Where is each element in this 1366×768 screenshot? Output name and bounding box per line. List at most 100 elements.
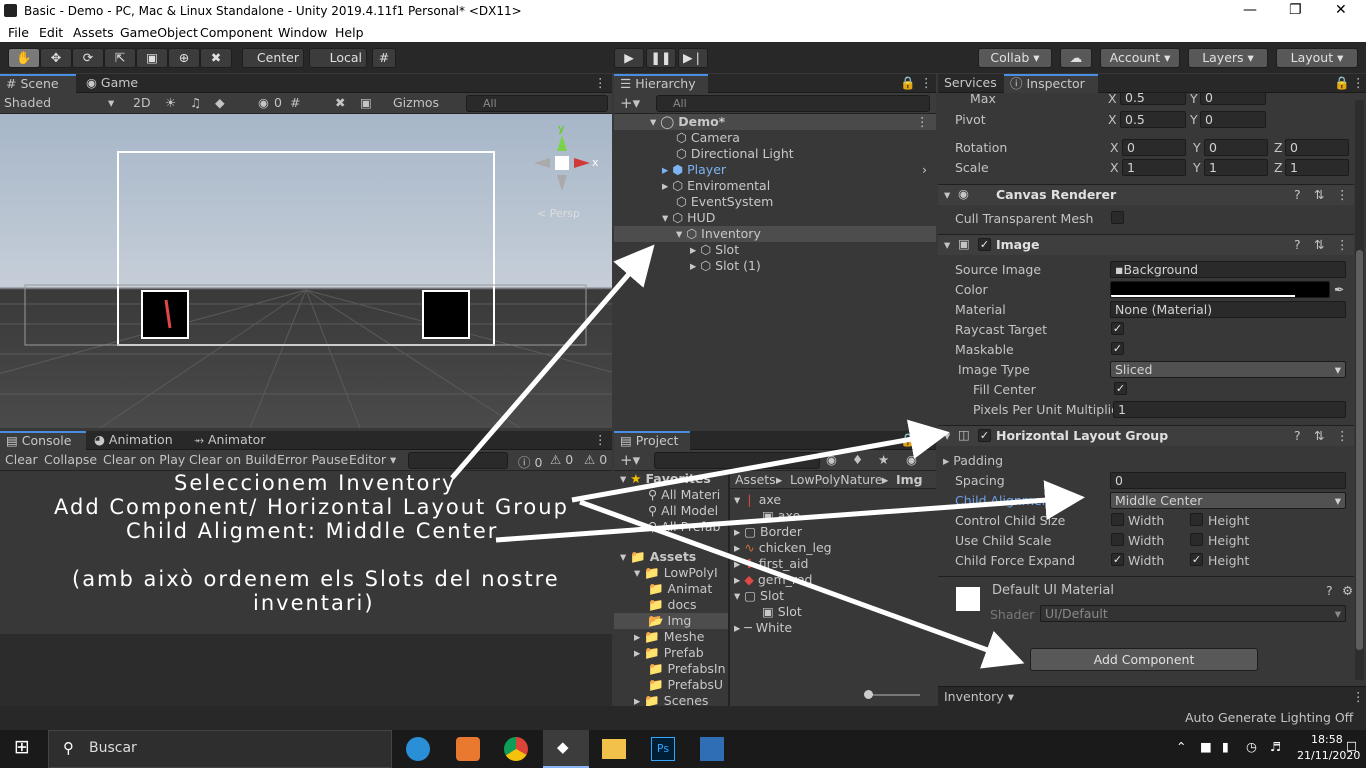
tab-services[interactable]: Services	[938, 74, 1004, 93]
transform-tool-icon[interactable]: ⊕	[168, 48, 200, 68]
tab-animator[interactable]: ⥇ Animator	[188, 431, 282, 450]
move-tool-icon[interactable]: ✥	[40, 48, 72, 68]
hidden-objects-icon[interactable]: ◉	[258, 95, 269, 110]
cloud-icon[interactable]: ☁	[1060, 48, 1092, 68]
folder-item[interactable]: ▸ 📁 Prefab	[634, 645, 704, 661]
audio-icon[interactable]: ♫	[190, 95, 201, 110]
hierarchy-menu-icon[interactable]: ⋮	[920, 75, 933, 90]
photos-icon[interactable]	[700, 737, 724, 761]
cull-checkbox[interactable]	[1111, 211, 1124, 224]
menu-window[interactable]: Window	[278, 25, 327, 40]
canvas-renderer-header[interactable]: ▾ ◉ Canvas Renderer ? ⇅ ⋮	[938, 184, 1354, 205]
foldout-icon[interactable]: ▾	[944, 237, 950, 252]
foldout-icon[interactable]: ▾	[944, 428, 950, 443]
favorite-star-icon[interactable]: ★	[878, 452, 889, 467]
grid-icon[interactable]: #	[290, 95, 300, 110]
restore-icon[interactable]: ❐	[1289, 2, 1302, 18]
project-search-input[interactable]	[654, 452, 820, 469]
console-error-pause-button[interactable]: Error Pause	[277, 452, 348, 467]
scale-y-field[interactable]: 1	[1204, 159, 1268, 176]
rotation-y-field[interactable]: 0	[1204, 139, 1268, 156]
menu-help[interactable]: Help	[335, 25, 364, 40]
hierarchy-item-inventory[interactable]: ▾ ⬡ Inventory	[676, 226, 761, 241]
maskable-checkbox[interactable]: ✓	[1111, 342, 1124, 355]
xampp-icon[interactable]	[456, 737, 480, 761]
search-by-type-icon[interactable]: ◉	[826, 452, 837, 467]
log-count[interactable]: ⓘ 0	[518, 452, 542, 471]
warning-count[interactable]: ⚠ 0	[550, 452, 573, 467]
zoom-slider[interactable]	[864, 690, 920, 699]
network-error-icon[interactable]: ■	[1200, 739, 1212, 754]
file-item[interactable]: ▸ ✚ first_aid	[734, 556, 808, 571]
component-menu-icon[interactable]: ⋮	[1336, 187, 1349, 202]
tab-console[interactable]: ▤ Console	[0, 431, 86, 450]
chrome-icon[interactable]	[504, 737, 528, 761]
favorite-item[interactable]: ⚲ All Model	[648, 503, 718, 518]
image-type-dropdown[interactable]: Sliced ▾	[1110, 361, 1346, 378]
favorites-header[interactable]: ▾ ★ Favorites	[620, 471, 711, 486]
hand-tool-icon[interactable]: ✋	[8, 48, 40, 68]
camera-icon[interactable]: ▣	[360, 95, 372, 110]
show-hidden-icons[interactable]: ⌃	[1176, 739, 1186, 754]
tools-icon[interactable]: ✖	[335, 95, 345, 110]
shader-dropdown[interactable]: UI/Default ▾	[1040, 605, 1346, 622]
clock-time[interactable]: 18:58	[1311, 733, 1343, 746]
menu-edit[interactable]: Edit	[39, 25, 63, 40]
console-collapse-button[interactable]: Collapse	[44, 452, 97, 467]
help-icon[interactable]: ?	[1294, 187, 1301, 202]
console-search-input[interactable]	[408, 452, 508, 469]
hierarchy-item-light[interactable]: ⬡ Directional Light	[676, 146, 794, 161]
pivot-local-button[interactable]: Local	[309, 48, 367, 68]
preview-dropdown[interactable]: Inventory ▾	[944, 689, 1014, 704]
project-create-icon[interactable]: +▾	[620, 451, 640, 469]
menu-gameobject[interactable]: GameObject	[120, 25, 198, 40]
zoom-slider-thumb[interactable]	[864, 690, 873, 699]
volume-icon[interactable]: ♬	[1270, 739, 1281, 754]
pivot-x-field[interactable]: 0.5	[1120, 111, 1186, 128]
rotation-z-field[interactable]: 0	[1285, 139, 1349, 156]
account-button[interactable]: Account ▾	[1100, 48, 1180, 68]
breadcrumb-img[interactable]: Img	[896, 472, 923, 487]
shading-chevron-icon[interactable]: ▾	[108, 95, 114, 110]
folder-item[interactable]: ▸ 📁 Meshe	[634, 629, 704, 645]
cfe-width-checkbox[interactable]: ✓	[1111, 553, 1124, 566]
color-field[interactable]	[1110, 281, 1330, 298]
menu-file[interactable]: File	[8, 25, 29, 40]
custom-tool-icon[interactable]: ✖	[200, 48, 232, 68]
help-icon[interactable]: ?	[1294, 428, 1301, 443]
tab-project[interactable]: ▤ Project	[614, 431, 690, 450]
scene-menu-icon-2[interactable]: ⋮	[916, 114, 929, 129]
image-enabled-checkbox[interactable]: ✓	[978, 238, 991, 251]
hierarchy-lock-icon[interactable]: 🔒	[900, 75, 916, 91]
scene-search-input[interactable]: All	[466, 95, 608, 112]
file-item[interactable]: ▾ ❘ axe	[734, 492, 781, 507]
edge-icon[interactable]	[406, 737, 430, 761]
scale-tool-icon[interactable]: ⇱	[104, 48, 136, 68]
footer-menu-icon[interactable]: ⋮	[1352, 689, 1365, 704]
layers-button[interactable]: Layers ▾	[1188, 48, 1268, 68]
folder-item-img[interactable]: 📂 Img	[648, 613, 691, 629]
2d-toggle[interactable]: 2D	[133, 95, 151, 110]
assets-header[interactable]: ▾ 📁 Assets	[620, 549, 696, 565]
folder-item[interactable]: 📁 docs	[648, 597, 697, 613]
scale-x-field[interactable]: 1	[1122, 159, 1186, 176]
folder-item[interactable]: ▸ 📁 Scenes	[634, 693, 708, 706]
hierarchy-item-eventsystem[interactable]: ⬡ EventSystem	[676, 194, 773, 209]
inspector-scrollbar[interactable]	[1355, 100, 1364, 680]
component-menu-icon[interactable]: ⋮	[1336, 237, 1349, 252]
effects-icon[interactable]: ◆	[215, 95, 225, 110]
scene-menu-icon[interactable]: ⋮	[594, 75, 607, 90]
ucs-width-checkbox[interactable]	[1111, 533, 1124, 546]
image-header[interactable]: ▾ ▣ ✓ Image ? ⇅ ⋮	[938, 234, 1354, 255]
foldout-icon[interactable]: ▾	[944, 187, 950, 202]
file-item[interactable]: ▣ Slot	[762, 604, 802, 619]
close-icon[interactable]: ✕	[1335, 2, 1347, 18]
presets-icon[interactable]: ⇅	[1314, 428, 1324, 443]
pause-icon[interactable]: ❚❚	[646, 48, 676, 68]
hlg-enabled-checkbox[interactable]: ✓	[978, 429, 991, 442]
prefab-arrow-icon[interactable]: ›	[922, 162, 927, 177]
rotate-tool-icon[interactable]: ⟳	[72, 48, 104, 68]
play-icon[interactable]: ▶	[614, 48, 644, 68]
help-icon[interactable]: ?	[1326, 583, 1333, 598]
presets-icon[interactable]: ⇅	[1314, 187, 1324, 202]
